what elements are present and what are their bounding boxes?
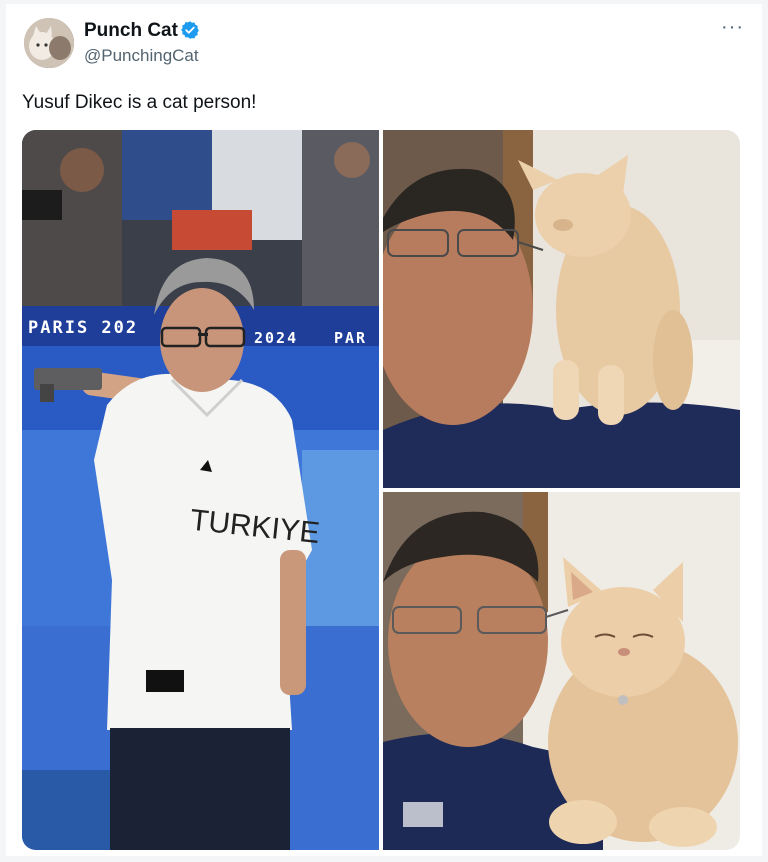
tweet-text: Yusuf Dikec is a cat person! [22,92,257,113]
tweet-card[interactable]: Punch Cat @PunchingCat ··· Yusuf Dikec i… [6,4,762,856]
banner-text-mid: 2024 [254,329,298,347]
more-options-button[interactable]: ··· [721,17,744,37]
photo-cat-cuddle[interactable] [383,492,740,850]
author-name[interactable]: Punch Cat [84,20,178,42]
avatar[interactable] [24,18,74,68]
media-grid: PARIS 202 2024 PAR TURKIYE [22,130,740,850]
cat-avatar-icon [24,18,74,68]
verified-badge-icon [181,21,199,39]
banner-text-left: PARIS 202 [28,318,138,338]
author-handle[interactable]: @PunchingCat [84,46,199,66]
banner-text-right: PAR [334,329,367,347]
photo-shooter[interactable]: PARIS 202 2024 PAR TURKIYE [22,130,379,850]
photo-cat-on-shoulder[interactable] [383,130,740,488]
